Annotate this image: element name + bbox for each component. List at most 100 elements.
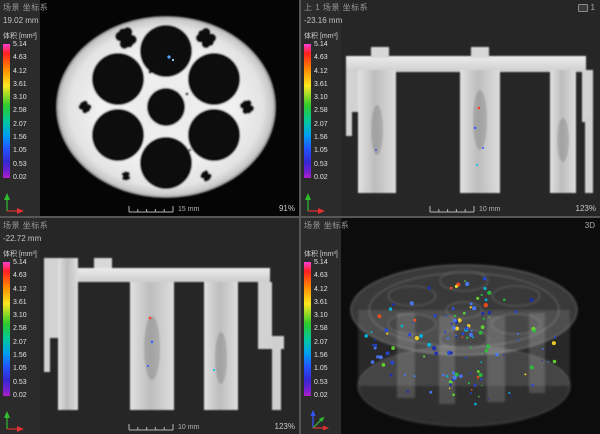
- ruler-ticks-icon: [128, 421, 174, 431]
- colorbar-tick-value: 5.14: [13, 259, 27, 266]
- section-slice-image[interactable]: [301, 0, 600, 216]
- colorbar-tick-value: 1.05: [13, 365, 27, 372]
- view-bottom-right: 场景 坐标系 3D 体积 [mm³] 5.144.634.123.613.102…: [301, 218, 600, 434]
- view-header: 场景 坐标系 -22.72 mm: [3, 220, 48, 243]
- view-title: 场景 坐标系: [3, 220, 48, 231]
- slice-position: -22.72 mm: [3, 234, 48, 243]
- view-title: 场景 坐标系: [3, 2, 48, 13]
- colorbar-tick-value: 4.63: [314, 272, 328, 279]
- volume-colorbar: 体积 [mm³] 5.14 4.63 4.12 3.61 3.10 2.58 2.07 1.5…: [304, 31, 338, 181]
- colorbar-ticks: 5.144.634.123.613.102.582.071.561.050.53…: [314, 259, 328, 399]
- view-title: 场景 坐标系: [304, 220, 349, 231]
- colorbar-tick-value: 2.58: [13, 325, 27, 332]
- colorbar-tick-value: 2.07: [13, 339, 27, 346]
- colorbar-bar: [3, 44, 10, 178]
- view-top-left: 场景 坐标系 19.02 mm 体积 [mm³] 5.14 4.63 4.12 3.6…: [0, 0, 299, 216]
- colorbar-tick-value: 1.05: [314, 365, 328, 372]
- colorbar-tick-value: 2.58: [314, 107, 328, 114]
- colorbar-tick-value: 0.02: [314, 392, 328, 399]
- colorbar-tick-value: 4.63: [314, 54, 328, 61]
- colorbar-tick-value: 4.63: [13, 54, 27, 61]
- colorbar-tick-value: 0.02: [13, 174, 27, 181]
- slice-position: -23.16 mm: [304, 16, 368, 25]
- camera-icon: [578, 4, 588, 12]
- colorbar-ticks: 5.14 4.63 4.12 3.61 3.10 2.58 2.07 1.56 1.05 0.53…: [13, 41, 27, 181]
- colorbar-bar: [3, 262, 10, 396]
- colorbar-tick-value: 0.53: [13, 161, 27, 168]
- viewport-grid: 场景 坐标系 19.02 mm 体积 [mm³] 5.14 4.63 4.12 3.6…: [0, 0, 600, 434]
- view-mode-label: 3D: [585, 221, 595, 230]
- view-header: 上 1 场景 坐标系 -23.16 mm: [304, 2, 368, 25]
- slice-position: 19.02 mm: [3, 16, 48, 25]
- section-shape: [346, 47, 593, 193]
- scale-ruler-label: 15 mm: [178, 206, 199, 213]
- scale-ruler: 15 mm: [128, 203, 199, 213]
- colorbar-tick-value: 5.14: [314, 259, 328, 266]
- colorbar-tick-value: 4.63: [13, 272, 27, 279]
- axis-indicator: [2, 190, 26, 214]
- colorbar-tick-value: 4.12: [314, 68, 328, 75]
- colorbar-tick-value: 1.56: [314, 352, 328, 359]
- zoom-percentage: 91%: [279, 204, 295, 213]
- colorbar-tick-value: 2.07: [314, 121, 328, 128]
- colorbar-tick-value: 5.14: [314, 41, 328, 48]
- colorbar-tick-value: 1.56: [13, 352, 27, 359]
- colorbar-ticks: 5.14 4.63 4.12 3.61 3.10 2.58 2.07 1.56 1.05 0.53…: [314, 41, 328, 181]
- colorbar-tick-value: 4.12: [314, 286, 328, 293]
- colorbar-tick-value: 4.12: [13, 68, 27, 75]
- view-header: 场景 坐标系 19.02 mm: [3, 2, 48, 25]
- scale-ruler: 10 mm: [128, 421, 199, 431]
- view-title: 上 1 场景 坐标系: [304, 2, 368, 13]
- axis-indicator-3d: [303, 404, 331, 432]
- colorbar-tick-value: 0.02: [13, 392, 27, 399]
- camera-indicator-label: 1: [591, 3, 595, 12]
- view-header: 场景 坐标系: [304, 220, 349, 231]
- render-3d-image[interactable]: [301, 218, 600, 434]
- axis-indicator: [303, 190, 327, 214]
- defect-marker-blue: [172, 59, 174, 61]
- colorbar-tick-value: 2.58: [314, 325, 328, 332]
- colorbar-tick-value: 5.14: [13, 41, 27, 48]
- colorbar-tick-value: 2.58: [13, 107, 27, 114]
- colorbar-tick-value: 0.53: [13, 379, 27, 386]
- zoom-percentage: 123%: [275, 422, 295, 431]
- section-shape: [44, 258, 284, 410]
- colorbar-unit-label: 体积 [mm³]: [304, 249, 338, 259]
- colorbar-unit-label: 体积 [mm³]: [3, 31, 37, 41]
- camera-indicator: 1: [578, 3, 595, 12]
- colorbar-unit-label: 体积 [mm³]: [3, 249, 37, 259]
- colorbar-tick-value: 1.56: [314, 134, 328, 141]
- colorbar-tick-value: 1.56: [13, 134, 27, 141]
- colorbar-tick-value: 4.12: [13, 286, 27, 293]
- volume-colorbar: 体积 [mm³] 5.14 4.63 4.12 3.61 3.10 2.58 2.07 1.5…: [3, 31, 37, 181]
- scale-ruler: 10 mm: [429, 203, 500, 213]
- colorbar-tick-value: 0.53: [314, 379, 328, 386]
- scale-ruler-label: 10 mm: [178, 424, 199, 431]
- colorbar-tick-value: 3.61: [314, 81, 328, 88]
- colorbar-tick-value: 3.10: [13, 94, 27, 101]
- ruler-ticks-icon: [128, 203, 174, 213]
- colorbar-tick-value: 0.53: [314, 161, 328, 168]
- colorbar-bar: [304, 262, 311, 396]
- top-slice-image[interactable]: [0, 0, 299, 216]
- colorbar-bar: [304, 44, 311, 178]
- colorbar-ticks: 5.14 4.63 4.12 3.61 3.10 2.58 2.07 1.56 1.05 0.53…: [13, 259, 27, 399]
- colorbar-tick-value: 2.07: [314, 339, 328, 346]
- ruler-ticks-icon: [429, 203, 475, 213]
- colorbar-tick-value: 2.07: [13, 121, 27, 128]
- colorbar-tick-value: 3.61: [13, 81, 27, 88]
- view-top-right: 上 1 场景 坐标系 -23.16 mm 1 体积 [mm³] 5.14 4.63…: [301, 0, 600, 216]
- colorbar-tick-value: 1.05: [314, 147, 328, 154]
- colorbar-tick-value: 3.61: [13, 299, 27, 306]
- section-slice-image[interactable]: [0, 218, 299, 434]
- translucent-part: [351, 265, 577, 426]
- colorbar-tick-value: 3.61: [314, 299, 328, 306]
- colorbar-tick-value: 0.02: [314, 174, 328, 181]
- volume-colorbar: 体积 [mm³] 5.14 4.63 4.12 3.61 3.10 2.58 2.07 1.5…: [3, 249, 37, 399]
- colorbar-tick-value: 3.10: [13, 312, 27, 319]
- defect-marker-blue: [167, 55, 170, 58]
- colorbar-tick-value: 1.05: [13, 147, 27, 154]
- colorbar-unit-label: 体积 [mm³]: [304, 31, 338, 41]
- axis-indicator: [2, 408, 26, 432]
- colorbar-tick-value: 3.10: [314, 94, 328, 101]
